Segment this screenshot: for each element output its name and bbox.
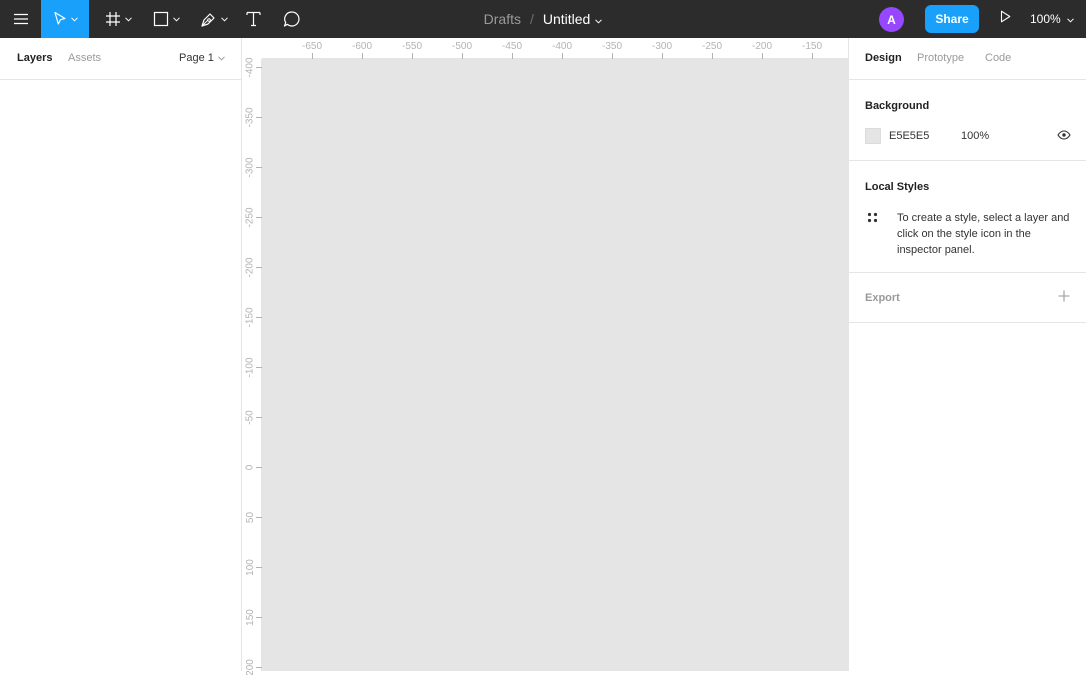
ruler-tick-label: -400 (552, 41, 573, 52)
style-icon (867, 211, 879, 223)
ruler-tick-label: 200 (244, 658, 256, 675)
share-button[interactable]: Share (925, 5, 979, 33)
export-title: Export (865, 292, 900, 304)
ruler-tick-label: -600 (352, 41, 373, 52)
file-title: Untitled (542, 11, 591, 27)
ruler-tick-label: -300 (244, 156, 256, 178)
design-canvas[interactable] (262, 59, 848, 671)
page-select-label: Page 1 (179, 52, 214, 64)
local-styles-section: Local Styles To create a style, select a… (849, 161, 1086, 273)
chevron-down-icon (172, 16, 180, 22)
file-title-button[interactable]: Untitled (542, 11, 603, 27)
comment-tool-button[interactable] (276, 0, 308, 38)
local-styles-title: Local Styles (865, 181, 930, 193)
comment-icon (283, 10, 301, 28)
rectangle-icon (153, 11, 169, 27)
add-export-button[interactable] (1056, 290, 1072, 306)
text-icon (245, 11, 261, 27)
ruler-tick-label: 50 (244, 511, 256, 523)
tab-code[interactable]: Code (985, 52, 1011, 64)
vertical-ruler: -400 -350 -300 -250 -200 -150 -100 -50 0 50 100 150… (242, 56, 262, 675)
chevron-down-icon (214, 52, 225, 64)
background-section: Background E5E5E5 100% (849, 80, 1086, 161)
pen-icon (200, 11, 217, 28)
play-icon (1000, 10, 1011, 28)
chevron-down-icon (124, 16, 132, 22)
breadcrumb-separator: / (529, 11, 534, 27)
right-panel-tabs: Design Prototype Code (849, 38, 1086, 80)
tab-layers[interactable]: Layers (17, 52, 52, 64)
visibility-toggle[interactable] (1056, 129, 1072, 143)
ruler-tick-label: -200 (244, 256, 256, 278)
menu-icon (13, 13, 29, 25)
ruler-tick-label: -150 (802, 41, 823, 52)
shape-tool-button[interactable] (144, 0, 188, 38)
ruler-tick-label: -550 (402, 41, 423, 52)
user-avatar[interactable]: A (879, 7, 904, 32)
move-icon (53, 11, 67, 27)
background-hex-input[interactable]: E5E5E5 (889, 130, 929, 142)
chevron-down-icon (590, 11, 603, 27)
ruler-tick-label: -300 (652, 41, 673, 52)
ruler-tick-label: -450 (502, 41, 523, 52)
chevron-down-icon (1061, 12, 1074, 26)
ruler-tick-label: 100 (244, 558, 256, 576)
left-panel-tabs: Layers Assets Page 1 (0, 38, 241, 80)
canvas-area: -650 -600 -550 -500 -450 -400 -350 -300 -250 -200… (242, 38, 848, 675)
tab-assets[interactable]: Assets (68, 52, 101, 64)
frame-icon (105, 11, 121, 27)
ruler-tick-label: -150 (244, 306, 256, 328)
plus-icon (1058, 289, 1070, 307)
ruler-tick-label: 150 (244, 608, 256, 626)
chevron-down-icon (70, 16, 78, 22)
properties-panel: Design Prototype Code Background E5E5E5 … (848, 38, 1086, 671)
ruler-tick-label: -250 (702, 41, 723, 52)
layers-panel: Layers Assets Page 1 (0, 38, 242, 671)
present-button[interactable] (994, 0, 1016, 38)
ruler-tick-label: 0 (244, 464, 256, 470)
export-section: Export (849, 273, 1086, 323)
ruler-tick-label: -350 (244, 106, 256, 128)
tab-design[interactable]: Design (865, 52, 902, 64)
ruler-tick-label: -100 (244, 356, 256, 378)
page-select-dropdown[interactable]: Page 1 (179, 52, 225, 64)
ruler-tick-label: -650 (302, 41, 323, 52)
background-opacity-input[interactable]: 100% (961, 130, 989, 142)
ruler-tick-label: -50 (244, 409, 256, 425)
pen-tool-button[interactable] (192, 0, 236, 38)
eye-icon (1057, 127, 1071, 145)
ruler-corner (242, 38, 262, 59)
ruler-tick-label: -250 (244, 206, 256, 228)
ruler-tick-label: -400 (244, 56, 256, 78)
chevron-down-icon (221, 16, 228, 22)
ruler-tick-label: -350 (602, 41, 623, 52)
text-tool-button[interactable] (238, 0, 268, 38)
background-title: Background (865, 100, 930, 112)
ruler-tick-label: -200 (752, 41, 773, 52)
move-tool-button[interactable] (41, 0, 89, 38)
zoom-dropdown[interactable]: 100% (1030, 0, 1082, 38)
ruler-tick-label: -500 (452, 41, 473, 52)
main-menu-button[interactable] (4, 0, 38, 38)
breadcrumb-drafts-link[interactable]: Drafts (484, 11, 521, 27)
tab-prototype[interactable]: Prototype (917, 52, 964, 64)
top-toolbar: Drafts / Untitled A Share 100% (0, 0, 1086, 38)
background-color-swatch[interactable] (865, 128, 881, 144)
frame-tool-button[interactable] (96, 0, 140, 38)
local-styles-hint: To create a style, select a layer and cl… (897, 212, 1070, 256)
horizontal-ruler: -650 -600 -550 -500 -450 -400 -350 -300 -250 -200… (262, 38, 848, 59)
zoom-level: 100% (1030, 12, 1061, 26)
